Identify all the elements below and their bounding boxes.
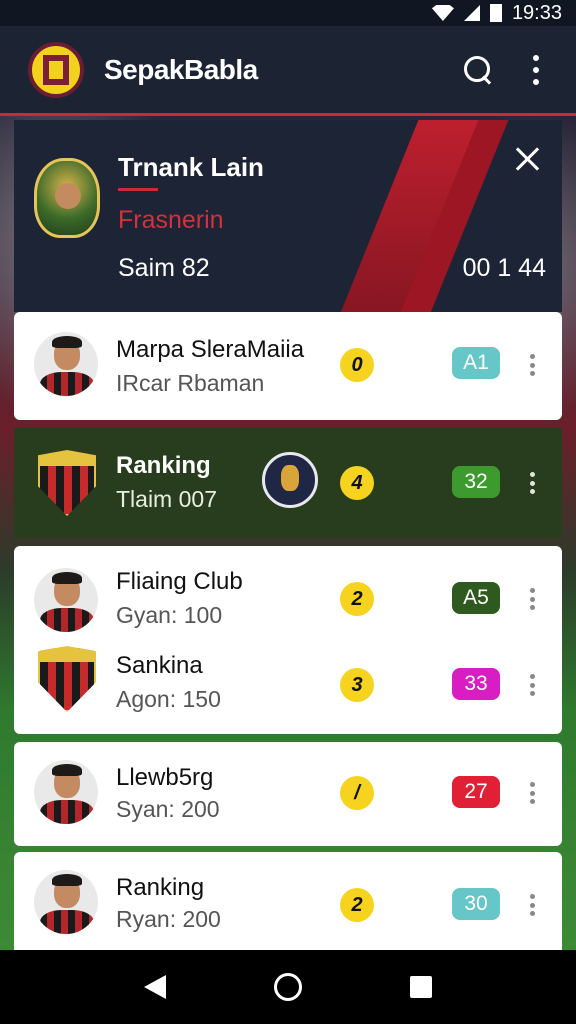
item-subtitle: Ryan: 200 (116, 906, 221, 932)
item-name: Marpa SleraMaiia (116, 336, 305, 363)
signal-icon (463, 5, 480, 21)
club-crest (38, 646, 96, 712)
club-emblem (34, 158, 100, 238)
score-badge: A5 (452, 582, 500, 614)
player-avatar (34, 332, 98, 396)
score-badge: A1 (452, 347, 500, 379)
list-group: Fliaing Club Gyan: 100 2 A5 Sankina Agon… (14, 546, 562, 734)
status-bar: 19:33 (0, 0, 576, 26)
row-more-icon[interactable] (528, 894, 536, 916)
status-time: 19:33 (511, 1, 562, 24)
app-bar: SepakBabla (0, 26, 576, 116)
row-more-icon[interactable] (528, 782, 536, 804)
battery-icon (489, 4, 502, 22)
featured-card[interactable]: Trnank Lain Frasnerin Saim 82 00 1 44 (14, 120, 562, 312)
more-options-icon[interactable] (532, 54, 540, 85)
item-name: Fliaing Club (116, 568, 243, 595)
rank-badge: 3 (340, 668, 374, 702)
club-crest (38, 450, 96, 516)
close-icon[interactable] (514, 146, 540, 172)
list-item-highlighted[interactable]: Ranking Tlaim 007 4 32 (14, 428, 562, 538)
item-name: Llewb5rg (116, 764, 214, 791)
back-icon[interactable] (144, 975, 166, 999)
player-avatar (34, 568, 98, 632)
rank-badge: 2 (340, 888, 374, 922)
item-subtitle: Gyan: 100 (116, 602, 223, 628)
rank-badge: 0 (340, 348, 374, 382)
rank-badge: 4 (340, 466, 374, 500)
row-more-icon[interactable] (528, 588, 536, 610)
score-badge: 27 (452, 776, 500, 808)
item-name: Ranking (116, 874, 205, 901)
list-item[interactable]: Marpa SleraMaiia IRcar Rbaman 0 A1 (14, 312, 562, 420)
row-more-icon[interactable] (528, 674, 536, 696)
wifi-icon (431, 5, 454, 21)
system-nav-bar (0, 950, 576, 1024)
featured-subtitle: Frasnerin (118, 206, 224, 234)
featured-title: Trnank Lain (118, 152, 264, 182)
list-item[interactable]: Ranking Ryan: 200 2 30 (14, 852, 562, 950)
item-name: Ranking (116, 452, 211, 479)
item-name: Sankina (116, 652, 203, 679)
row-more-icon[interactable] (528, 354, 536, 376)
search-icon[interactable] (462, 54, 494, 86)
row-more-icon[interactable] (528, 472, 536, 494)
recents-icon[interactable] (410, 976, 432, 998)
featured-meta: Saim 82 (118, 254, 210, 282)
list-item[interactable]: Llewb5rg Syan: 200 / 27 (14, 742, 562, 846)
item-subtitle: Tlaim 007 (116, 486, 217, 512)
club-badge (262, 452, 318, 508)
score-badge: 32 (452, 466, 500, 498)
title-underline (118, 188, 158, 191)
item-subtitle: Agon: 150 (116, 686, 221, 712)
score-badge: 30 (452, 888, 500, 920)
home-icon[interactable] (274, 973, 302, 1001)
player-avatar (34, 870, 98, 934)
app-title: SepakBabla (104, 53, 258, 85)
score-badge: 33 (452, 668, 500, 700)
item-subtitle: IRcar Rbaman (116, 370, 265, 396)
featured-time: 00 1 44 (462, 254, 546, 282)
rank-badge: / (340, 776, 374, 810)
item-subtitle: Syan: 200 (116, 796, 220, 822)
app-logo (28, 41, 84, 98)
rank-badge: 2 (340, 582, 374, 616)
player-avatar (34, 760, 98, 824)
